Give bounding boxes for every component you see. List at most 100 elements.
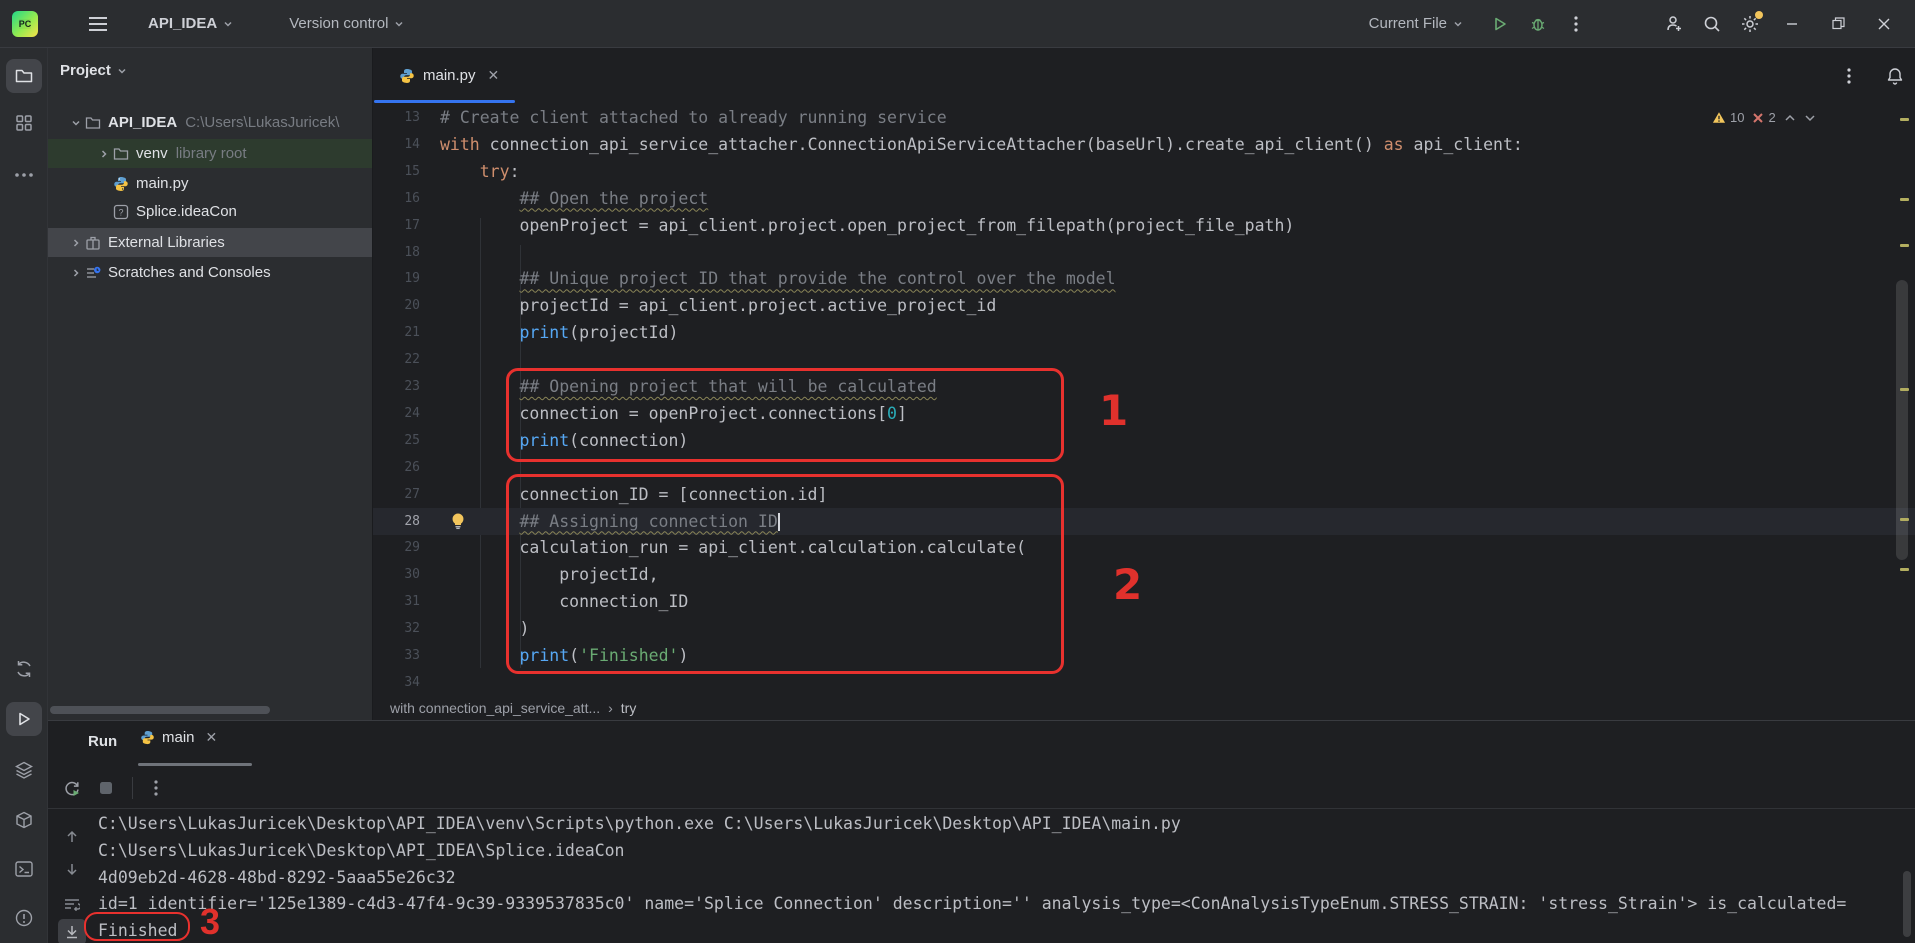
- tab-close-icon[interactable]: ✕: [206, 729, 218, 746]
- stripe-mark[interactable]: [1900, 388, 1909, 391]
- tree-label: main.py: [136, 175, 189, 192]
- window-close-button[interactable]: [1863, 7, 1905, 41]
- vcs-widget-button[interactable]: Version control: [281, 9, 412, 38]
- code-area[interactable]: 13# Create client attached to already ru…: [373, 48, 1915, 695]
- chevron-right-icon: [71, 268, 81, 278]
- console-line[interactable]: C:\Users\LukasJuricek\Desktop\API_IDEA\S…: [98, 837, 625, 864]
- console-line[interactable]: id=1 identifier='125e1389-c4d3-47f4-9c39…: [98, 890, 1846, 917]
- project-horizontal-scrollbar[interactable]: [50, 706, 270, 714]
- code-line-17[interactable]: 17 openProject = api_client.project.open…: [373, 212, 1915, 239]
- close-icon: [1878, 18, 1890, 30]
- debug-button[interactable]: [1521, 9, 1555, 39]
- structure-tool-button[interactable]: [6, 106, 42, 140]
- rerun-button[interactable]: [58, 775, 86, 801]
- stripe-mark[interactable]: [1900, 118, 1909, 121]
- line-number: 14: [373, 131, 420, 158]
- line-number: 26: [373, 454, 420, 481]
- tree-label: Scratches and Consoles: [108, 264, 271, 281]
- run-configuration-label: Current File: [1369, 15, 1447, 32]
- search-everywhere-button[interactable]: [1695, 9, 1729, 39]
- code-line-20[interactable]: 20 projectId = api_client.project.active…: [373, 292, 1915, 319]
- stripe-mark[interactable]: [1900, 518, 1909, 521]
- tree-item-api-idea[interactable]: API_IDEA C:\Users\LukasJuricek\: [48, 108, 373, 137]
- intention-bulb-icon[interactable]: [449, 512, 469, 532]
- code-line-15[interactable]: 15 try:: [373, 158, 1915, 185]
- code-line-21[interactable]: 21 print(projectId): [373, 319, 1915, 346]
- chevron-down-icon: [223, 19, 233, 29]
- run-tool-button[interactable]: [6, 702, 42, 736]
- code-line-14[interactable]: 14 with connection_api_service_attacher.C…: [373, 131, 1915, 158]
- errors-indicator[interactable]: 2: [1752, 110, 1775, 125]
- window-restore-button[interactable]: [1817, 7, 1859, 41]
- line-number: 30: [373, 561, 420, 588]
- code-token: connection_api_service_attacher.Connecti…: [480, 135, 1384, 154]
- annotation-label-1: 1: [1099, 386, 1128, 435]
- code-text: # Create client attached to already runn…: [440, 104, 947, 131]
- errors-count: 2: [1768, 110, 1775, 125]
- prev-problem-chevron-icon[interactable]: [1784, 114, 1796, 122]
- run-button[interactable]: [1483, 9, 1517, 39]
- add-user-icon: [1664, 14, 1684, 34]
- run-configuration-selector[interactable]: Current File: [1361, 9, 1471, 38]
- tree-item-splice-ideacon[interactable]: ? Splice.ideaCon: [48, 197, 373, 226]
- breadcrumb-separator: ›: [608, 700, 613, 716]
- stripe-mark[interactable]: [1900, 244, 1909, 247]
- next-problem-chevron-icon[interactable]: [1804, 114, 1816, 122]
- console-line[interactable]: C:\Users\LukasJuricek\Desktop\API_IDEA\v…: [98, 810, 1181, 837]
- tree-label: API_IDEA: [108, 114, 177, 131]
- code-token: ## Unique project ID that provide the co…: [519, 269, 1115, 288]
- annotation-box-3: [84, 912, 190, 941]
- tree-item-scratches[interactable]: Scratches and Consoles: [48, 258, 373, 287]
- breadcrumb-item-with[interactable]: with connection_api_service_att...: [390, 700, 600, 716]
- python-packages-tool-button[interactable]: [6, 803, 42, 837]
- settings-notification-dot: [1755, 11, 1763, 19]
- run-more-options-button[interactable]: [142, 775, 170, 801]
- warnings-indicator[interactable]: 10: [1712, 110, 1744, 125]
- project-widget-button[interactable]: API_IDEA: [140, 9, 241, 38]
- code-text: with connection_api_service_attacher.Con…: [440, 131, 1523, 158]
- python-console-tool-button[interactable]: [6, 652, 42, 686]
- line-number: 28: [373, 508, 420, 535]
- soft-wrap-button[interactable]: [58, 891, 86, 917]
- services-tool-button[interactable]: [6, 753, 42, 787]
- run-tab-main[interactable]: main ✕: [140, 729, 217, 746]
- up-stack-trace-button[interactable]: [58, 824, 86, 850]
- more-tool-windows-button[interactable]: [6, 158, 42, 192]
- stripe-mark[interactable]: [1900, 198, 1909, 201]
- window-minimize-button[interactable]: [1771, 7, 1813, 41]
- code-line-13[interactable]: 13# Create client attached to already ru…: [373, 104, 1915, 131]
- arrow-up-icon: [65, 830, 79, 844]
- code-token: try: [480, 162, 510, 181]
- tree-item-external-libraries[interactable]: External Libraries: [48, 228, 373, 257]
- project-panel-header[interactable]: Project: [60, 62, 127, 79]
- down-stack-trace-button[interactable]: [58, 856, 86, 882]
- stop-button[interactable]: [92, 775, 120, 801]
- tree-item-venv[interactable]: venv library root: [48, 139, 373, 168]
- tree-label: External Libraries: [108, 234, 225, 251]
- run-panel-title[interactable]: Run: [88, 733, 117, 750]
- code-line-16[interactable]: 16 ## Open the project: [373, 185, 1915, 212]
- code-line-18[interactable]: 18: [373, 239, 1915, 266]
- chevron-right-icon: [71, 238, 81, 248]
- breadcrumb-item-try[interactable]: try: [621, 700, 637, 716]
- project-tool-button[interactable]: [6, 59, 42, 93]
- code-with-me-button[interactable]: [1657, 9, 1691, 39]
- terminal-tool-button[interactable]: [6, 852, 42, 886]
- soft-wrap-icon: [64, 897, 80, 911]
- main-menu-button[interactable]: [80, 10, 116, 38]
- folder-icon: [14, 66, 34, 86]
- problems-tool-button[interactable]: [6, 901, 42, 935]
- code-line-19[interactable]: 19 ## Unique project ID that provide the…: [373, 265, 1915, 292]
- scroll-to-end-button[interactable]: [58, 919, 86, 943]
- tool-window-rail: [0, 48, 48, 943]
- code-token: projectId = api_client.project.active_pr…: [440, 296, 996, 315]
- line-number: 25: [373, 427, 420, 454]
- inspections-widget[interactable]: 10 2: [1712, 110, 1816, 125]
- settings-button[interactable]: [1733, 9, 1767, 39]
- console-vertical-scrollbar[interactable]: [1903, 871, 1911, 937]
- stripe-mark[interactable]: [1900, 568, 1909, 571]
- code-text: ## Unique project ID that provide the co…: [440, 265, 1116, 292]
- tree-item-main-py[interactable]: main.py: [48, 169, 373, 198]
- console-line[interactable]: 4d09eb2d-4628-48bd-8292-5aaa55e26c32: [98, 864, 456, 891]
- more-actions-button[interactable]: [1559, 9, 1593, 39]
